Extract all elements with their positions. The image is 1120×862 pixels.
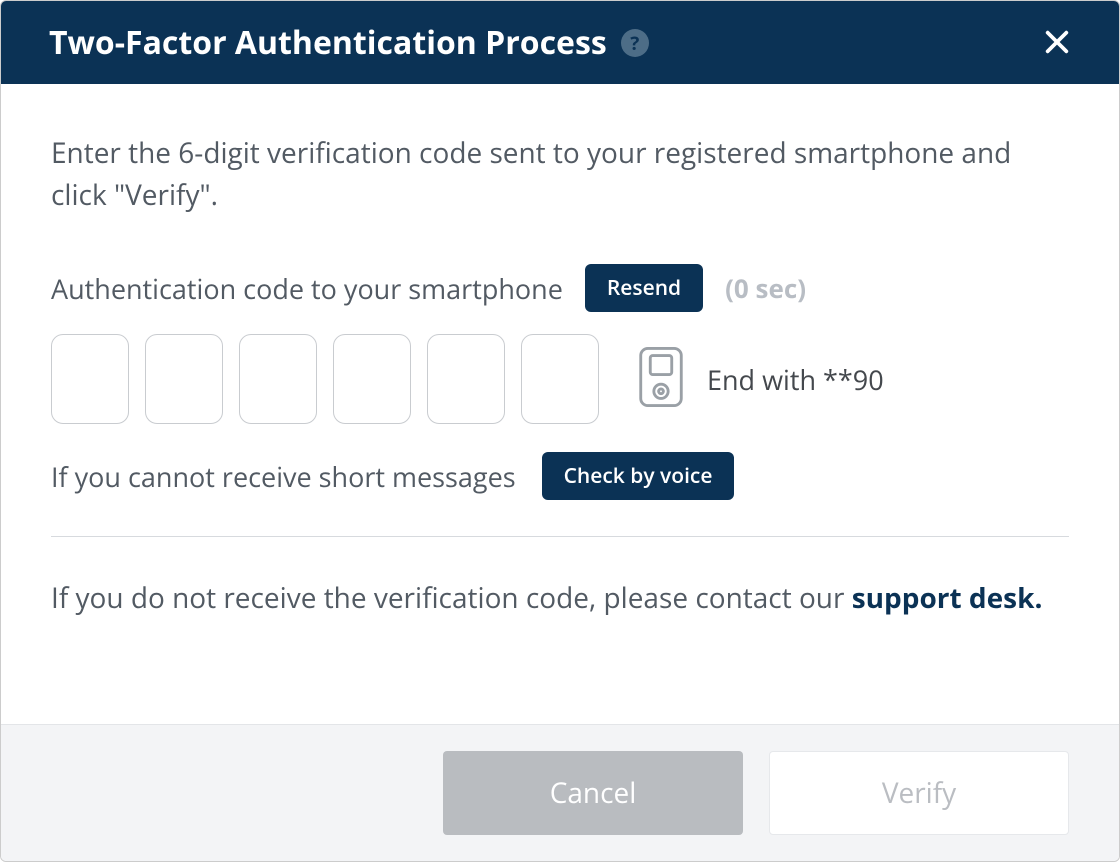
two-factor-modal: Two-Factor Authentication Process ? Ente… [0,0,1120,862]
voice-row: If you cannot receive short messages Che… [51,452,1069,500]
device-hint: End with **90 [637,346,884,413]
code-digit-2[interactable] [145,334,223,424]
divider [51,536,1069,537]
voice-label: If you cannot receive short messages [51,458,516,495]
code-digit-1[interactable] [51,334,129,424]
modal-title: Two-Factor Authentication Process [49,21,607,64]
code-digit-6[interactable] [521,334,599,424]
verify-button[interactable]: Verify [769,751,1069,835]
phone-end-with: End with **90 [707,361,884,398]
support-text-prefix: If you do not receive the verification c… [51,579,852,617]
support-desk-link[interactable]: support desk. [852,579,1043,617]
auth-label-row: Authentication code to your smartphone R… [51,264,1069,312]
resend-button[interactable]: Resend [585,264,703,312]
code-input-row: End with **90 [51,334,1069,424]
code-digit-5[interactable] [427,334,505,424]
countdown-text: (0 sec) [725,270,806,306]
help-icon[interactable]: ? [621,29,649,57]
device-icon [637,346,685,413]
code-digit-3[interactable] [239,334,317,424]
modal-header: Two-Factor Authentication Process ? [1,1,1119,84]
code-inputs [51,334,599,424]
modal-footer: Cancel Verify [1,724,1119,861]
intro-text: Enter the 6-digit verification code sent… [51,132,1069,216]
check-by-voice-button[interactable]: Check by voice [542,452,735,500]
modal-body: Enter the 6-digit verification code sent… [1,84,1119,724]
support-text: If you do not receive the verification c… [51,577,1069,620]
auth-label: Authentication code to your smartphone [51,270,563,307]
modal-header-left: Two-Factor Authentication Process ? [49,21,649,64]
cancel-button[interactable]: Cancel [443,751,743,835]
close-icon[interactable] [1043,25,1071,61]
code-digit-4[interactable] [333,334,411,424]
